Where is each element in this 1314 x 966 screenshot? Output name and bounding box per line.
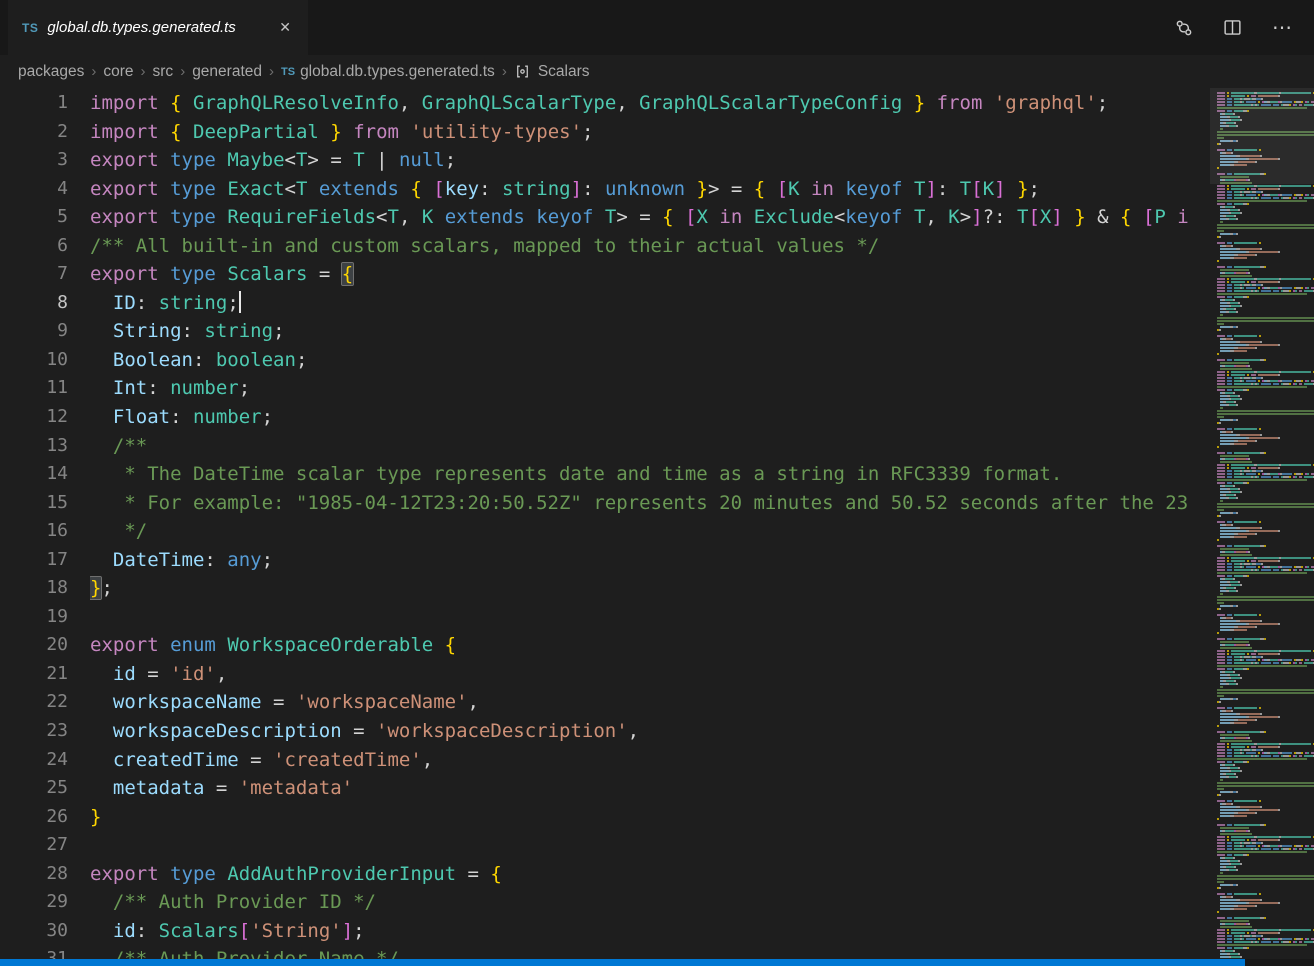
- code-line: export type RequireFields<T, K extends k…: [90, 203, 1314, 232]
- line-number: 11: [0, 374, 90, 403]
- code-line: */: [90, 517, 1314, 546]
- line-number: 15: [0, 489, 90, 518]
- breadcrumb-item-filename[interactable]: global.db.types.generated.ts: [300, 63, 495, 81]
- code-line: }: [90, 803, 1314, 832]
- tab-global-db-types[interactable]: TS global.db.types.generated.ts ✕: [8, 0, 308, 55]
- code-line: export enum WorkspaceOrderable {: [90, 631, 1314, 660]
- code-line: Boolean: boolean;: [90, 346, 1314, 375]
- breadcrumb-item-core[interactable]: core: [103, 63, 133, 81]
- line-number: 18: [0, 574, 90, 603]
- breadcrumb-item-generated[interactable]: generated: [192, 63, 262, 81]
- line-number: 19: [0, 603, 90, 632]
- line-number: 4: [0, 175, 90, 204]
- code-line: };: [90, 574, 1314, 603]
- code-lines[interactable]: import { GraphQLResolveInfo, GraphQLScal…: [90, 88, 1314, 966]
- code-line: workspaceDescription = 'workspaceDescrip…: [90, 717, 1314, 746]
- tab-bar: TS global.db.types.generated.ts ✕ ⋯: [0, 0, 1314, 55]
- breadcrumb-item-packages[interactable]: packages: [18, 63, 84, 81]
- line-number: 13: [0, 432, 90, 461]
- text-cursor: [239, 291, 241, 313]
- code-line: metadata = 'metadata': [90, 774, 1314, 803]
- breadcrumb-separator: ›: [141, 63, 146, 80]
- symbol-scalars-icon: [514, 63, 531, 80]
- minimap[interactable]: [1210, 88, 1314, 966]
- code-line: workspaceName = 'workspaceName',: [90, 688, 1314, 717]
- breadcrumb-item-scalars[interactable]: Scalars: [538, 63, 590, 81]
- line-number: 24: [0, 746, 90, 775]
- editor-pane[interactable]: 1234567891011121314151617181920212223242…: [0, 88, 1314, 966]
- open-changes-icon[interactable]: [1175, 19, 1193, 37]
- line-number: 27: [0, 831, 90, 860]
- more-actions-icon[interactable]: ⋯: [1272, 18, 1292, 38]
- code-line: export type AddAuthProviderInput = {: [90, 860, 1314, 889]
- code-line: String: string;: [90, 317, 1314, 346]
- breadcrumb-separator: ›: [180, 63, 185, 80]
- line-number: 16: [0, 517, 90, 546]
- breadcrumb-separator: ›: [91, 63, 96, 80]
- code-line: id = 'id',: [90, 660, 1314, 689]
- line-number: 5: [0, 203, 90, 232]
- line-number: 9: [0, 317, 90, 346]
- typescript-file-icon: TS: [281, 66, 295, 78]
- code-line: import { DeepPartial } from 'utility-typ…: [90, 118, 1314, 147]
- tab-label: global.db.types.generated.ts: [47, 19, 235, 36]
- code-line: /**: [90, 432, 1314, 461]
- line-number: 6: [0, 232, 90, 261]
- code-line: ID: string;: [90, 289, 1314, 318]
- code-line: createdTime = 'createdTime',: [90, 746, 1314, 775]
- line-number-gutter: 1234567891011121314151617181920212223242…: [0, 88, 90, 966]
- line-number: 29: [0, 888, 90, 917]
- line-number: 14: [0, 460, 90, 489]
- line-number: 20: [0, 631, 90, 660]
- code-line: Int: number;: [90, 374, 1314, 403]
- breadcrumb-separator: ›: [502, 63, 507, 80]
- code-line: import { GraphQLResolveInfo, GraphQLScal…: [90, 89, 1314, 118]
- line-number: 21: [0, 660, 90, 689]
- line-number: 25: [0, 774, 90, 803]
- code-line: /** All built-in and custom scalars, map…: [90, 232, 1314, 261]
- line-number: 1: [0, 89, 90, 118]
- line-number: 22: [0, 688, 90, 717]
- editor-actions: ⋯: [1175, 0, 1314, 55]
- code-line: /** Auth Provider ID */: [90, 888, 1314, 917]
- minimap-content: [1217, 92, 1314, 962]
- code-line: [90, 603, 1314, 632]
- code-line: export type Maybe<T> = T | null;: [90, 146, 1314, 175]
- line-number: 12: [0, 403, 90, 432]
- code-line: DateTime: any;: [90, 546, 1314, 575]
- line-number: 7: [0, 260, 90, 289]
- code-line: id: Scalars['String'];: [90, 917, 1314, 946]
- code-line: * The DateTime scalar type represents da…: [90, 460, 1314, 489]
- line-number: 28: [0, 860, 90, 889]
- line-number: 2: [0, 118, 90, 147]
- status-bar-gap: [1245, 959, 1314, 966]
- line-number: 3: [0, 146, 90, 175]
- line-number: 17: [0, 546, 90, 575]
- code-line: export type Exact<T extends { [key: stri…: [90, 175, 1314, 204]
- line-number: 8: [0, 289, 90, 318]
- code-line: Float: number;: [90, 403, 1314, 432]
- typescript-file-icon: TS: [22, 21, 38, 35]
- breadcrumb-separator: ›: [269, 63, 274, 80]
- status-bar: [0, 959, 1245, 966]
- split-editor-icon[interactable]: [1223, 18, 1242, 37]
- code-line: [90, 831, 1314, 860]
- close-tab-icon[interactable]: ✕: [274, 16, 296, 39]
- breadcrumb: packages › core › src › generated › TS g…: [0, 55, 1314, 88]
- line-number: 30: [0, 917, 90, 946]
- line-number: 23: [0, 717, 90, 746]
- breadcrumb-item-src[interactable]: src: [153, 63, 174, 81]
- vscode-window: TS global.db.types.generated.ts ✕ ⋯: [0, 0, 1314, 966]
- line-number: 10: [0, 346, 90, 375]
- code-line: export type Scalars = {: [90, 260, 1314, 289]
- line-number: 26: [0, 803, 90, 832]
- code-line: * For example: "1985-04-12T23:20:50.52Z"…: [90, 489, 1314, 518]
